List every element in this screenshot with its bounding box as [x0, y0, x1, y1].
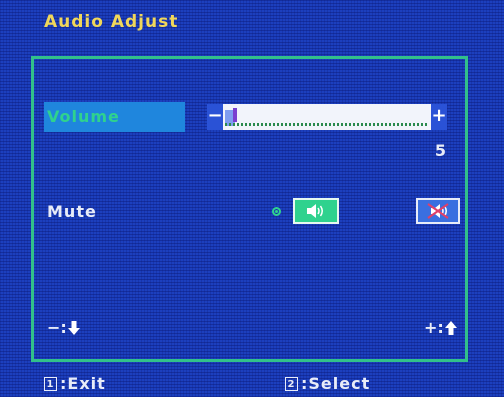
volume-increase-button[interactable]: +: [431, 104, 447, 130]
footer-select-label: :Select: [301, 374, 371, 393]
increase-hint: +:: [424, 318, 457, 337]
key-1-icon: 1: [44, 376, 57, 391]
arrow-up-icon: [444, 320, 457, 335]
volume-value: 5: [434, 141, 446, 160]
arrow-down-icon: [67, 320, 80, 335]
decrease-hint-label: −:: [47, 318, 67, 337]
osd-title: Audio Adjust: [44, 12, 179, 32]
volume-slider-thumb[interactable]: [233, 108, 238, 122]
decrease-hint: −:: [47, 318, 80, 337]
footer-exit-label: :Exit: [60, 374, 106, 393]
increase-hint-label: +:: [424, 318, 444, 337]
mute-option-speaker-muted[interactable]: [416, 198, 460, 224]
speaker-on-icon: [307, 204, 323, 218]
mute-option-speaker-on[interactable]: [293, 198, 339, 224]
volume-label: Volume: [47, 107, 120, 126]
speaker-muted-icon: [427, 203, 449, 219]
mute-radio-indicator: [272, 207, 281, 216]
volume-slider-ticks: [225, 123, 429, 126]
footer-select[interactable]: 2 :Select: [285, 374, 370, 393]
key-2-icon: 2: [285, 376, 298, 391]
volume-slider-track[interactable]: [225, 108, 429, 126]
volume-slider[interactable]: − +: [207, 104, 447, 130]
footer-exit[interactable]: 1 :Exit: [44, 374, 106, 393]
volume-decrease-button[interactable]: −: [207, 104, 223, 130]
mute-label: Mute: [47, 202, 97, 221]
